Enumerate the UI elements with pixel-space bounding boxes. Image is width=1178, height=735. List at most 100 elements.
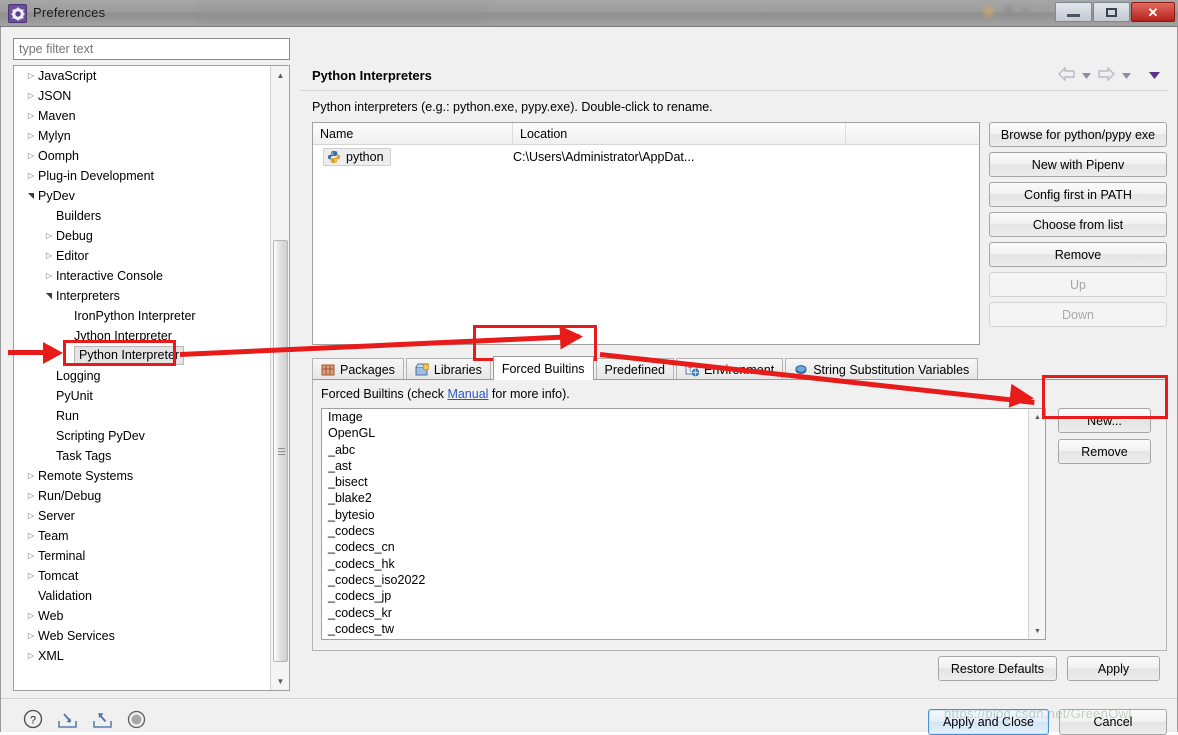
sidebar-item-builders[interactable]: Builders [14, 206, 271, 226]
list-scroll-up-icon[interactable]: ▲ [1029, 409, 1045, 425]
list-scroll-down-icon[interactable]: ▼ [1029, 623, 1045, 639]
chevron-right-icon[interactable]: ▷ [24, 86, 38, 106]
chevron-right-icon[interactable]: ▷ [42, 226, 56, 246]
close-button[interactable]: ✕ [1131, 2, 1175, 22]
sidebar-item-task-tags[interactable]: Task Tags [14, 446, 271, 466]
choose-from-list-button[interactable]: Choose from list [989, 212, 1167, 237]
search-input[interactable] [13, 38, 290, 60]
maximize-button[interactable] [1093, 2, 1130, 22]
interpreter-name-chip[interactable]: python [323, 147, 391, 166]
list-item[interactable]: _bytesio [322, 507, 1045, 523]
browse-for-python-pypy-exe-button[interactable]: Browse for python/pypy exe [989, 122, 1167, 147]
chevron-right-icon[interactable]: ▷ [24, 466, 38, 486]
apply-button[interactable]: Apply [1067, 656, 1160, 681]
view-menu-chevron-down-icon[interactable] [1149, 69, 1160, 83]
list-item[interactable]: _codecs_cn [322, 539, 1045, 555]
chevron-right-icon[interactable]: ▷ [24, 106, 38, 126]
list-item[interactable]: _bisect [322, 474, 1045, 490]
tab-string-substitution-variables[interactable]: String Substitution Variables [785, 358, 979, 380]
tree-scrollbar-thumb[interactable] [273, 240, 288, 662]
sidebar-item-python-interpreter[interactable]: Python Interpreter [14, 346, 271, 366]
sidebar-item-run-debug[interactable]: ▷ Run/Debug [14, 486, 271, 506]
sidebar-item-maven[interactable]: ▷ Maven [14, 106, 271, 126]
record-icon[interactable] [127, 710, 146, 732]
sidebar-item-team[interactable]: ▷ Team [14, 526, 271, 546]
list-item[interactable]: _abc [322, 442, 1045, 458]
list-item[interactable]: _codecs_jp [322, 588, 1045, 604]
column-header-extra[interactable] [846, 123, 979, 144]
list-item[interactable]: _codecs_tw [322, 621, 1045, 637]
new-with-pipenv-button[interactable]: New with Pipenv [989, 152, 1167, 177]
sidebar-item-jython-interpreter[interactable]: Jython Interpreter [14, 326, 271, 346]
forward-arrow-icon[interactable] [1098, 66, 1115, 84]
forced-builtins-list[interactable]: Image OpenGL _abc _ast _bisect _blake2 _bytesi… [321, 408, 1046, 640]
remove-button[interactable]: Remove [989, 242, 1167, 267]
list-item[interactable]: _codecs_hk [322, 556, 1045, 572]
forced-builtins-scrollbar[interactable]: ▲ ▼ [1028, 409, 1045, 639]
manual-link[interactable]: Manual [447, 387, 488, 401]
sidebar-item-interactive-console[interactable]: ▷ Interactive Console [14, 266, 271, 286]
chevron-right-icon[interactable]: ▷ [24, 486, 38, 506]
chevron-right-icon[interactable]: ▷ [24, 626, 38, 646]
back-menu-chevron-down-icon[interactable] [1082, 69, 1091, 83]
chevron-right-icon[interactable]: ▷ [24, 566, 38, 586]
sidebar-item-web[interactable]: ▷ Web [14, 606, 271, 626]
interpreters-table[interactable]: Name Location python C:\Users\Administra… [312, 122, 980, 345]
tab-predefined[interactable]: Predefined [595, 358, 674, 380]
new--button[interactable]: New... [1058, 408, 1151, 433]
restore-defaults-button[interactable]: Restore Defaults [937, 656, 1057, 681]
help-icon[interactable]: ? [23, 709, 43, 732]
import-icon[interactable] [57, 710, 78, 732]
back-arrow-icon[interactable] [1058, 66, 1075, 84]
chevron-right-icon[interactable]: ▷ [24, 66, 38, 86]
list-item[interactable]: _blake2 [322, 490, 1045, 506]
sidebar-item-server[interactable]: ▷ Server [14, 506, 271, 526]
list-item[interactable]: _codecs [322, 523, 1045, 539]
forward-menu-chevron-down-icon[interactable] [1122, 69, 1131, 83]
tab-libraries[interactable]: Libraries [405, 358, 491, 380]
preferences-tree[interactable]: ▷ JavaScript ▷ JSON ▷ Maven ▷ Mylyn ▷ Oomph ▷ Plug-… [13, 65, 290, 691]
list-item[interactable]: _codecs_kr [322, 605, 1045, 621]
chevron-right-icon[interactable]: ▷ [24, 526, 38, 546]
sidebar-item-ironpython-interpreter[interactable]: IronPython Interpreter [14, 306, 271, 326]
sidebar-item-validation[interactable]: Validation [14, 586, 271, 606]
sidebar-item-remote-systems[interactable]: ▷ Remote Systems [14, 466, 271, 486]
sidebar-item-mylyn[interactable]: ▷ Mylyn [14, 126, 271, 146]
chevron-right-icon[interactable]: ▷ [24, 646, 38, 666]
chevron-right-icon[interactable]: ▷ [24, 166, 38, 186]
sidebar-item-terminal[interactable]: ▷ Terminal [14, 546, 271, 566]
sidebar-item-web-services[interactable]: ▷ Web Services [14, 626, 271, 646]
chevron-right-icon[interactable]: ▷ [24, 606, 38, 626]
config-first-in-path-button[interactable]: Config first in PATH [989, 182, 1167, 207]
sidebar-item-debug[interactable]: ▷ Debug [14, 226, 271, 246]
tree-scrollbar[interactable]: ▲ ▼ [270, 66, 289, 690]
column-header-location[interactable]: Location [513, 123, 846, 144]
chevron-right-icon[interactable]: ▷ [24, 506, 38, 526]
list-item[interactable]: OpenGL [322, 425, 1045, 441]
chevron-right-icon[interactable]: ▷ [24, 546, 38, 566]
list-item[interactable]: Image [322, 409, 1045, 425]
sidebar-item-interpreters[interactable]: ◢ Interpreters [14, 286, 271, 306]
sidebar-item-xml[interactable]: ▷ XML [14, 646, 271, 666]
sidebar-item-tomcat[interactable]: ▷ Tomcat [14, 566, 271, 586]
sidebar-item-pydev[interactable]: ◢ PyDev [14, 186, 271, 206]
chevron-down-icon[interactable]: ◢ [39, 289, 59, 303]
tab-forced-builtins[interactable]: Forced Builtins [492, 356, 594, 380]
minimize-button[interactable] [1055, 2, 1092, 22]
table-row[interactable]: python C:\Users\Administrator\AppDat... [313, 145, 979, 169]
sidebar-item-json[interactable]: ▷ JSON [14, 86, 271, 106]
export-icon[interactable] [92, 710, 113, 732]
chevron-right-icon[interactable]: ▷ [24, 146, 38, 166]
scroll-down-icon[interactable]: ▼ [271, 672, 290, 690]
list-item[interactable]: _codecs_iso2022 [322, 572, 1045, 588]
chevron-right-icon[interactable]: ▷ [42, 266, 56, 286]
sidebar-item-oomph[interactable]: ▷ Oomph [14, 146, 271, 166]
sidebar-item-scripting-pydev[interactable]: Scripting PyDev [14, 426, 271, 446]
sidebar-item-run[interactable]: Run [14, 406, 271, 426]
scroll-up-icon[interactable]: ▲ [271, 66, 290, 84]
chevron-down-icon[interactable]: ◢ [21, 189, 41, 203]
sidebar-item-logging[interactable]: Logging [14, 366, 271, 386]
tab-packages[interactable]: Packages [312, 358, 404, 380]
sidebar-item-javascript[interactable]: ▷ JavaScript [14, 66, 271, 86]
chevron-right-icon[interactable]: ▷ [24, 126, 38, 146]
